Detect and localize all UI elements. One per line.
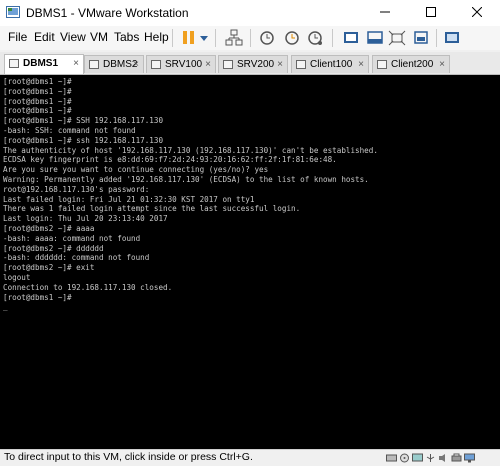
menu-vm[interactable]: VM [90, 30, 108, 44]
console-line: Warning: Permanently added '192.168.117.… [3, 174, 369, 184]
tab-label: SRV200 [237, 59, 275, 70]
snapshot-icon[interactable] [258, 28, 276, 48]
status-bar: To direct input to this VM, click inside… [0, 449, 500, 466]
tab-dbms1[interactable]: DBMS1 × [4, 54, 84, 74]
tab-label: DBMS1 [23, 58, 59, 69]
close-icon[interactable]: × [73, 55, 79, 73]
menu-file[interactable]: File [8, 30, 27, 44]
close-icon[interactable]: × [439, 56, 445, 74]
tab-client100[interactable]: Client100 × [291, 55, 369, 73]
console-line: Connection to 192.168.117.130 closed. [3, 282, 173, 292]
close-icon [471, 6, 483, 18]
vm-icon [296, 60, 306, 69]
sound-icon[interactable] [438, 453, 449, 463]
vm-icon [223, 60, 233, 69]
tab-label: SRV100 [165, 59, 203, 70]
menu-help[interactable]: Help [144, 30, 169, 44]
maximize-button[interactable] [408, 0, 454, 26]
display-icon[interactable] [464, 453, 475, 463]
tab-dbms2[interactable]: DBMS2 × [84, 55, 144, 73]
menu-tabs[interactable]: Tabs [114, 30, 139, 44]
fullscreen-icon[interactable] [342, 28, 360, 48]
close-button[interactable] [454, 0, 500, 26]
console-line: There was 1 failed login attempt since t… [3, 204, 301, 214]
minimize-button[interactable] [362, 0, 408, 26]
console-line: [root@dbms2 ~]# dddddd [3, 243, 104, 253]
minimize-icon [380, 11, 390, 13]
dropdown-icon[interactable] [199, 28, 209, 48]
thumbnail-icon[interactable] [412, 28, 430, 48]
console-output: [root@dbms1 ~]# [root@dbms1 ~]# [root@db… [0, 75, 500, 312]
console-line: [root@dbms2 ~]# aaaa [3, 223, 95, 233]
tab-client200[interactable]: Client200 × [372, 55, 450, 73]
console-line: -bash: aaaa: command not found [3, 233, 141, 243]
console-line: Last login: Thu Jul 20 23:13:40 2017 [3, 214, 168, 224]
unity-icon[interactable] [366, 28, 384, 48]
vm-icon [89, 60, 99, 69]
vm-tab-bar: DBMS1 × DBMS2 × SRV100 × SRV200 × Client… [0, 52, 500, 75]
printer-icon[interactable] [451, 453, 462, 463]
console-line: [root@dbms1 ~]# [3, 86, 72, 96]
usb-icon[interactable] [425, 453, 436, 463]
console-view-icon[interactable] [443, 28, 461, 48]
vm-icon [9, 59, 19, 68]
menu-edit[interactable]: Edit [34, 30, 55, 44]
console-cursor: _ [3, 302, 8, 312]
hard-disk-icon[interactable] [386, 453, 397, 463]
console-line: The authenticity of host '192.168.117.13… [3, 145, 378, 155]
console-line: [root@dbms1 ~]# [3, 292, 72, 302]
console-line: root@192.168.117.130's password: [3, 184, 150, 194]
console-line: [root@dbms1 ~]# [3, 77, 72, 86]
console-line: [root@dbms1 ~]# SSH 192.168.117.130 [3, 116, 164, 126]
vm-console[interactable]: [root@dbms1 ~]# [root@dbms1 ~]# [root@db… [0, 75, 500, 449]
console-line: ECDSA key fingerprint is e8:dd:69:f7:2d:… [3, 155, 337, 165]
console-line: [root@dbms1 ~]# [3, 106, 72, 116]
close-icon[interactable]: × [358, 56, 364, 74]
tab-srv200[interactable]: SRV200 × [218, 55, 288, 73]
console-line: -bash: SSH: command not found [3, 125, 136, 135]
console-line: Are you sure you want to continue connec… [3, 165, 269, 175]
toolbar-separator [250, 29, 251, 47]
tab-srv100[interactable]: SRV100 × [146, 55, 216, 73]
network-icon[interactable] [225, 28, 243, 48]
tab-label: Client100 [310, 59, 353, 70]
pause-icon[interactable] [181, 28, 197, 48]
maximize-icon [426, 7, 436, 17]
menu-view[interactable]: View [60, 30, 86, 44]
fit-guest-icon[interactable] [388, 28, 406, 48]
status-message: To direct input to this VM, click inside… [4, 451, 253, 463]
toolbar-separator [332, 29, 333, 47]
vm-icon [377, 60, 387, 69]
close-icon[interactable]: × [205, 56, 211, 74]
toolbar-separator [172, 29, 173, 47]
title-bar: DBMS1 - VMware Workstation [0, 0, 500, 27]
cd-icon[interactable] [399, 453, 410, 463]
network-adapter-icon[interactable] [412, 453, 423, 463]
window-title: DBMS1 - VMware Workstation [26, 6, 189, 20]
console-line: -bash: dddddd: command not found [3, 253, 150, 263]
console-line: [root@dbms1 ~]# ssh 192.168.117.130 [3, 135, 164, 145]
snapshot-manager-icon[interactable] [306, 28, 324, 48]
close-icon[interactable]: × [277, 56, 283, 74]
tab-label: Client200 [391, 59, 434, 70]
toolbar-separator [215, 29, 216, 47]
close-icon[interactable]: × [133, 56, 139, 74]
console-line: Last failed login: Fri Jul 21 01:32:30 K… [3, 194, 255, 204]
console-line: [root@dbms1 ~]# [3, 96, 72, 106]
vmware-app-icon [6, 6, 20, 18]
revert-snapshot-icon[interactable] [283, 28, 301, 48]
toolbar-separator [436, 29, 437, 47]
console-line: [root@dbms2 ~]# exit [3, 263, 95, 273]
vm-icon [151, 60, 161, 69]
console-line: logout [3, 272, 31, 282]
